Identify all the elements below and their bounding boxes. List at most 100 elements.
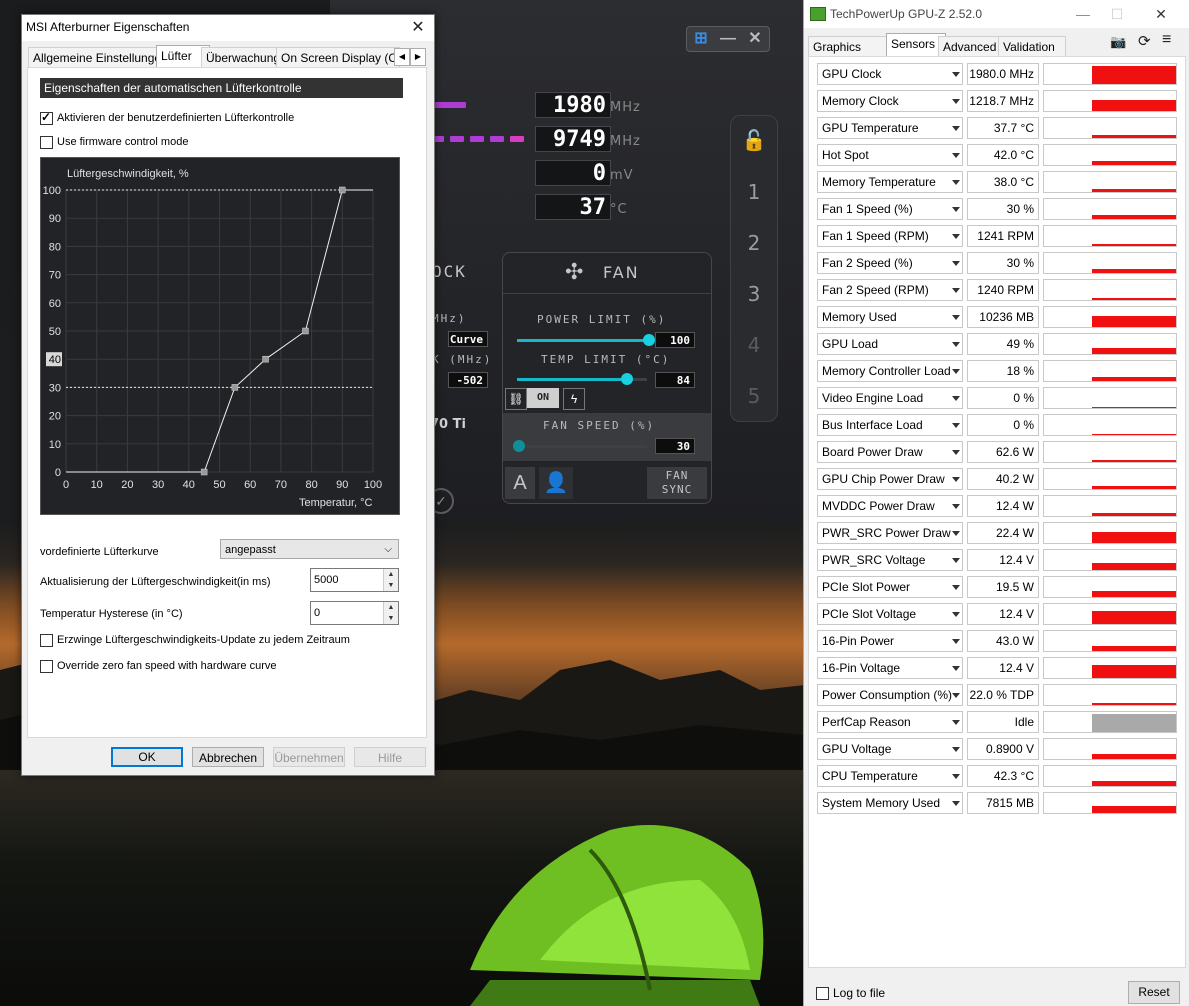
chevron-down-icon: [952, 585, 960, 590]
lightning-icon[interactable]: ϟ: [563, 388, 585, 410]
temp-limit-knob[interactable]: [621, 373, 633, 385]
fan-sync-button[interactable]: FAN SYNC: [647, 467, 707, 499]
sensor-name-dropdown[interactable]: Fan 1 Speed (%): [817, 198, 963, 220]
sensor-row: GPU Chip Power Draw 40.2 W: [813, 468, 1179, 490]
power-limit-knob[interactable]: [643, 334, 655, 346]
cancel-button[interactable]: Abbrechen: [192, 747, 264, 767]
spin-down-icon[interactable]: ▼: [383, 613, 398, 624]
profile-2-button[interactable]: 2: [731, 231, 777, 255]
fan-speed-knob[interactable]: [513, 440, 525, 452]
fan-speed-value[interactable]: 30: [655, 438, 695, 454]
minimize-icon[interactable]: —: [716, 28, 740, 50]
tab-monitoring[interactable]: Überwachung: [201, 47, 285, 68]
apply-button[interactable]: Übernehmen: [273, 747, 345, 767]
close-icon[interactable]: ✕: [1146, 4, 1176, 24]
sensor-name-dropdown[interactable]: PWR_SRC Power Draw: [817, 522, 963, 544]
link-icon[interactable]: ⛓: [505, 388, 527, 410]
clock-section-label: OCK: [432, 262, 467, 281]
fan-speed-track[interactable]: [517, 445, 647, 448]
override-zero-fan-checkbox[interactable]: [40, 660, 53, 673]
sensor-name-dropdown[interactable]: MVDDC Power Draw: [817, 495, 963, 517]
spin-up-icon[interactable]: ▲: [383, 602, 398, 613]
profile-1-button[interactable]: 1: [731, 180, 777, 204]
ok-button[interactable]: OK: [111, 747, 183, 767]
sensor-name-dropdown[interactable]: GPU Chip Power Draw: [817, 468, 963, 490]
sensor-name-dropdown[interactable]: 16-Pin Power: [817, 630, 963, 652]
sensor-name-dropdown[interactable]: Power Consumption (%): [817, 684, 963, 706]
sensor-graph: [1043, 90, 1177, 112]
spin-down-icon[interactable]: ▼: [383, 580, 398, 591]
lock-icon[interactable]: 🔓: [731, 128, 777, 152]
profile-3-button[interactable]: 3: [731, 282, 777, 306]
sensor-name-dropdown[interactable]: Board Power Draw: [817, 441, 963, 463]
gpuz-tab-sensors[interactable]: Sensors: [886, 33, 946, 57]
maximize-icon[interactable]: ☐: [1102, 4, 1132, 24]
gpuz-tab-graphics-card[interactable]: Graphics Card: [808, 36, 894, 74]
tab-general[interactable]: Allgemeine Einstellungen: [28, 47, 166, 68]
sensor-name-dropdown[interactable]: 16-Pin Voltage: [817, 657, 963, 679]
curve-value[interactable]: Curve: [448, 331, 488, 347]
windows-icon[interactable]: ⊞: [689, 28, 713, 50]
firmware-mode-checkbox[interactable]: [40, 136, 53, 149]
power-limit-label: POWER LIMIT (%): [537, 313, 667, 326]
power-limit-value[interactable]: 100: [655, 332, 695, 348]
tab-scroll-left-icon[interactable]: ◀: [394, 48, 410, 66]
preset-curve-select[interactable]: angepasst ⌵: [220, 539, 399, 559]
reset-button[interactable]: Reset: [1128, 981, 1180, 1004]
close-icon[interactable]: ✕: [743, 28, 767, 50]
sensor-graph: [1043, 360, 1177, 382]
sensor-value: 40.2 W: [967, 468, 1039, 490]
sensor-name-dropdown[interactable]: Hot Spot: [817, 144, 963, 166]
sensor-name-dropdown[interactable]: Memory Controller Load: [817, 360, 963, 382]
sensor-name-dropdown[interactable]: Memory Used: [817, 306, 963, 328]
minimize-icon[interactable]: —: [1068, 4, 1098, 24]
temp-limit-value[interactable]: 84: [655, 372, 695, 388]
force-update-checkbox[interactable]: [40, 634, 53, 647]
fan-auto-button[interactable]: A: [505, 467, 535, 499]
help-button[interactable]: Hilfe: [354, 747, 426, 767]
memory-offset-value[interactable]: -502: [448, 372, 488, 388]
memory-clock-bar-seg: [510, 136, 524, 142]
sensor-graph: [1043, 522, 1177, 544]
sensor-name-dropdown[interactable]: Video Engine Load: [817, 387, 963, 409]
sensor-name-dropdown[interactable]: GPU Clock: [817, 63, 963, 85]
user-define-icon[interactable]: 👤: [539, 467, 573, 499]
sensor-name-dropdown[interactable]: Bus Interface Load: [817, 414, 963, 436]
sensor-name: PCIe Slot Power: [822, 580, 911, 594]
link-on-toggle[interactable]: ON: [527, 388, 559, 408]
spin-up-icon[interactable]: ▲: [383, 569, 398, 580]
dialog-close-button[interactable]: ✕: [406, 17, 430, 39]
sensor-name-dropdown[interactable]: Fan 2 Speed (%): [817, 252, 963, 274]
sensor-name-dropdown[interactable]: GPU Temperature: [817, 117, 963, 139]
update-interval-input[interactable]: 5000 ▲ ▼: [310, 568, 399, 592]
profiles-panel: 🔓 1 2 3 4 5: [730, 115, 778, 422]
profile-5-button[interactable]: 5: [731, 384, 777, 408]
custom-fan-control-checkbox[interactable]: [40, 110, 53, 125]
temp-limit-fill: [517, 378, 625, 381]
sensor-name-dropdown[interactable]: PCIe Slot Power: [817, 576, 963, 598]
sensor-name-dropdown[interactable]: PWR_SRC Voltage: [817, 549, 963, 571]
sensor-name-dropdown[interactable]: PCIe Slot Voltage: [817, 603, 963, 625]
gpuz-tab-validation[interactable]: Validation: [998, 36, 1066, 57]
tab-osd[interactable]: On Screen Display (OS: [276, 47, 400, 68]
hysteresis-input[interactable]: 0 ▲ ▼: [310, 601, 399, 625]
sensor-name-dropdown[interactable]: Fan 1 Speed (RPM): [817, 225, 963, 247]
sensor-value: 0 %: [967, 387, 1039, 409]
log-to-file-checkbox[interactable]: [816, 987, 829, 1000]
sensor-name-dropdown[interactable]: CPU Temperature: [817, 765, 963, 787]
sensor-name-dropdown[interactable]: System Memory Used: [817, 792, 963, 814]
refresh-icon[interactable]: ⟳: [1138, 32, 1151, 50]
fan-curve-chart[interactable]: 0 10 20 30 40 50 60 70 80 90 100 0 10 20 30 40 50 60 70 80 9…: [40, 157, 400, 515]
tab-scroll-right-icon[interactable]: ▶: [410, 48, 426, 66]
sensor-name-dropdown[interactable]: PerfCap Reason: [817, 711, 963, 733]
sensor-name-dropdown[interactable]: Memory Clock: [817, 90, 963, 112]
sensor-name-dropdown[interactable]: GPU Load: [817, 333, 963, 355]
chart-x-tick-label: 40: [183, 479, 195, 491]
sensor-name-dropdown[interactable]: Memory Temperature: [817, 171, 963, 193]
menu-icon[interactable]: ≡: [1162, 31, 1171, 49]
sensor-name-dropdown[interactable]: Fan 2 Speed (RPM): [817, 279, 963, 301]
camera-icon[interactable]: 📷: [1110, 34, 1126, 50]
sensor-name-dropdown[interactable]: GPU Voltage: [817, 738, 963, 760]
profile-4-button[interactable]: 4: [731, 333, 777, 357]
gpuz-tab-advanced[interactable]: Advanced: [938, 36, 1006, 57]
